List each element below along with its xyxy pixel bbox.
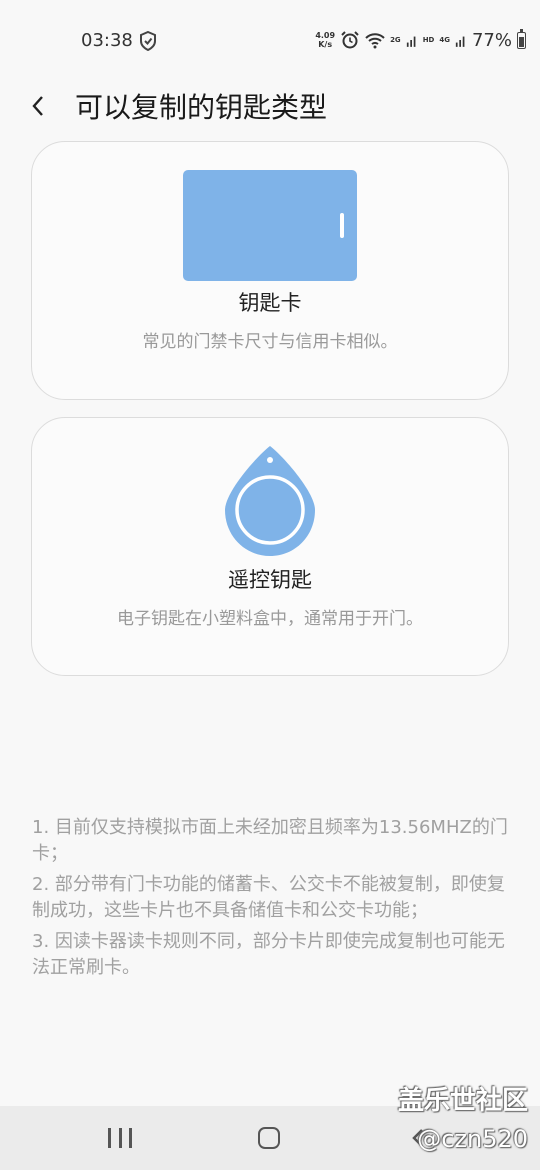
card-title: 钥匙卡 xyxy=(238,291,302,315)
shield-icon xyxy=(140,31,156,51)
page-title: 可以复制的钥匙类型 xyxy=(75,91,328,124)
status-icons: 4.09 K/s 2G HD 4G 77% xyxy=(315,28,526,52)
hd-label: HD xyxy=(422,36,435,44)
watermark-user: @czn520 xyxy=(417,1125,528,1153)
status-time: 03:38 xyxy=(81,30,133,51)
key-fob-option[interactable]: 遥控钥匙 电子钥匙在小塑料盒中，通常用于开门。 xyxy=(31,417,509,676)
alarm-icon xyxy=(341,31,359,49)
signal-icon xyxy=(406,36,416,47)
recents-button[interactable] xyxy=(108,1128,132,1150)
wifi-icon xyxy=(365,33,385,49)
key-card-option[interactable]: 钥匙卡 常见的门禁卡尺寸与信用卡相似。 xyxy=(31,141,509,400)
header: 可以复制的钥匙类型 xyxy=(0,82,540,130)
battery-icon xyxy=(517,28,526,49)
notes: 1. 目前仅支持模拟市面上未经加密且频率为13.56MHZ的门卡； 2. 部分带… xyxy=(32,815,512,986)
network-2g-label: 2G xyxy=(390,36,401,44)
home-button[interactable] xyxy=(258,1127,280,1149)
card-description: 电子钥匙在小塑料盒中，通常用于开门。 xyxy=(117,609,423,629)
card-title: 遥控钥匙 xyxy=(228,568,312,592)
watermark: 盖乐世社区 @czn520 xyxy=(398,1080,528,1153)
note-item: 1. 目前仅支持模拟市面上未经加密且频率为13.56MHZ的门卡； xyxy=(32,817,508,864)
key-card-icon xyxy=(183,170,357,281)
note-item: 3. 因读卡器读卡规则不同，部分卡片即使完成复制也可能无法正常刷卡。 xyxy=(32,931,505,978)
key-fob-icon xyxy=(225,446,315,556)
battery-percentage: 77% xyxy=(471,29,512,51)
chevron-left-icon xyxy=(32,96,43,116)
watermark-site: 盖乐世社区 xyxy=(397,1086,528,1116)
network-4g-label: 4G xyxy=(439,36,450,44)
status-bar: 03:38 4.09 K/s 2G HD 4G 77% xyxy=(0,0,540,82)
back-button[interactable] xyxy=(22,90,54,122)
signal-icon xyxy=(455,36,465,47)
key-card-slot xyxy=(340,213,344,238)
network-speed: 4.09 K/s xyxy=(315,31,336,49)
card-description: 常见的门禁卡尺寸与信用卡相似。 xyxy=(142,332,398,352)
note-item: 2. 部分带有门卡功能的储蓄卡、公交卡不能被复制，即使复制成功，这些卡片也不具备… xyxy=(32,874,505,921)
